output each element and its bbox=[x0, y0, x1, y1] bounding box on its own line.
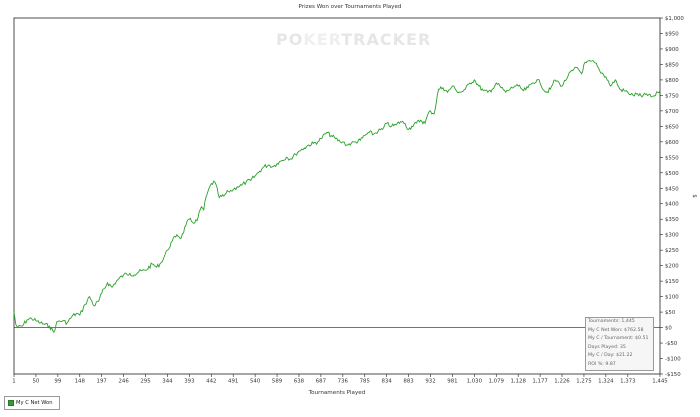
x-tick-label: 932 bbox=[425, 379, 435, 385]
y-tick-label: $900 bbox=[665, 47, 679, 53]
y-tick-label: $700 bbox=[665, 109, 679, 115]
y-tick-label: $0 bbox=[665, 326, 672, 332]
stat-roi: ROI %: 9.87 bbox=[588, 361, 616, 367]
watermark: POKERTRACKER bbox=[276, 30, 431, 49]
x-tick-label: 834 bbox=[382, 379, 393, 385]
x-tick-label: 99 bbox=[54, 379, 61, 385]
watermark-part-1: PO bbox=[276, 30, 303, 49]
x-tick-label: 540 bbox=[250, 379, 261, 385]
svg-text:POKERTRACKER: POKERTRACKER bbox=[276, 30, 431, 49]
x-tick-label: 491 bbox=[228, 379, 238, 385]
x-tick-label: 981 bbox=[447, 379, 457, 385]
x-axis-title: Tournaments Played bbox=[308, 390, 366, 396]
x-tick-label: 1,226 bbox=[554, 379, 570, 385]
x-tick-label: 295 bbox=[140, 379, 150, 385]
y-tick-label: $100 bbox=[665, 295, 679, 301]
x-tick-label: 1,177 bbox=[532, 379, 547, 385]
x-axis: 1 50 99 148 197 246 295 344 393 442 491 540 589 638 68… bbox=[12, 374, 668, 385]
x-tick-label: 50 bbox=[32, 379, 39, 385]
legend: My C Net Won bbox=[4, 396, 60, 410]
y-tick-label: $350 bbox=[665, 217, 679, 223]
x-tick-label: 148 bbox=[75, 379, 86, 385]
y-tick-label: -$50 bbox=[665, 341, 678, 347]
stats-box: Tournaments: 1,445 My C Net Won: $762.58… bbox=[585, 317, 654, 371]
x-tick-label: 589 bbox=[272, 379, 283, 385]
legend-swatch bbox=[8, 400, 14, 406]
x-tick-label: 1,030 bbox=[467, 379, 483, 385]
x-tick-label: 344 bbox=[162, 379, 173, 385]
y-tick-label: $850 bbox=[665, 62, 679, 68]
y-tick-label: -$100 bbox=[665, 357, 681, 363]
legend-label: My C Net Won bbox=[16, 400, 53, 406]
x-tick-label: 638 bbox=[294, 379, 305, 385]
stat-per-day: My C / Day: $21.22 bbox=[588, 353, 633, 358]
y-tick-label: $600 bbox=[665, 140, 679, 146]
stat-days-played: Days Played: 35 bbox=[588, 344, 626, 350]
plot-area-frame bbox=[13, 17, 661, 375]
y-tick-label: $200 bbox=[665, 264, 679, 270]
y-tick-label: $750 bbox=[665, 93, 679, 99]
y-tick-label: $800 bbox=[665, 78, 679, 84]
x-tick-label: 1 bbox=[12, 379, 15, 385]
x-tick-label: 1,324 bbox=[598, 379, 614, 385]
y-tick-label: $450 bbox=[665, 186, 679, 192]
y-tick-label: -$150 bbox=[665, 372, 681, 378]
stat-tournaments: Tournaments: 1,445 bbox=[588, 319, 635, 324]
series-line-my-c-net-won bbox=[13, 59, 661, 334]
y-tick-label: $1,000 bbox=[665, 16, 684, 22]
x-tick-label: 736 bbox=[338, 379, 349, 385]
x-tick-label: 785 bbox=[360, 379, 370, 385]
y-tick-label: $550 bbox=[665, 155, 679, 161]
y-tick-label: $300 bbox=[665, 233, 679, 239]
x-tick-label: 442 bbox=[206, 379, 216, 385]
y-tick-label: $950 bbox=[665, 31, 679, 37]
y-axis-title: $ bbox=[691, 194, 697, 198]
y-tick-label: $650 bbox=[665, 124, 679, 130]
x-tick-label: 1,079 bbox=[489, 379, 505, 385]
y-axis: -$150 -$100 -$50 $0 $50 $100 $150 $200 $250 $300 $… bbox=[660, 16, 684, 378]
x-tick-label: 687 bbox=[316, 379, 326, 385]
watermark-part-2: KER bbox=[303, 30, 341, 49]
x-tick-label: 246 bbox=[118, 379, 129, 385]
y-tick-label: $500 bbox=[665, 171, 679, 177]
stat-net-won: My C Net Won: $762.58 bbox=[588, 327, 644, 333]
x-tick-label: 1,128 bbox=[510, 379, 526, 385]
y-tick-label: $50 bbox=[665, 310, 676, 316]
x-tick-label: 1,275 bbox=[576, 379, 591, 385]
x-tick-label: 197 bbox=[97, 379, 107, 385]
x-tick-label: 1,373 bbox=[620, 379, 635, 385]
stat-per-tournament: My C / Tournament: $0.51 bbox=[588, 336, 649, 341]
y-tick-label: $250 bbox=[665, 248, 679, 254]
x-tick-label: 883 bbox=[403, 379, 413, 385]
x-tick-label: 1,445 bbox=[652, 379, 667, 385]
y-tick-label: $400 bbox=[665, 202, 679, 208]
y-tick-label: $150 bbox=[665, 279, 679, 285]
watermark-part-3: TRACKER bbox=[341, 30, 431, 49]
x-tick-label: 393 bbox=[184, 379, 194, 385]
